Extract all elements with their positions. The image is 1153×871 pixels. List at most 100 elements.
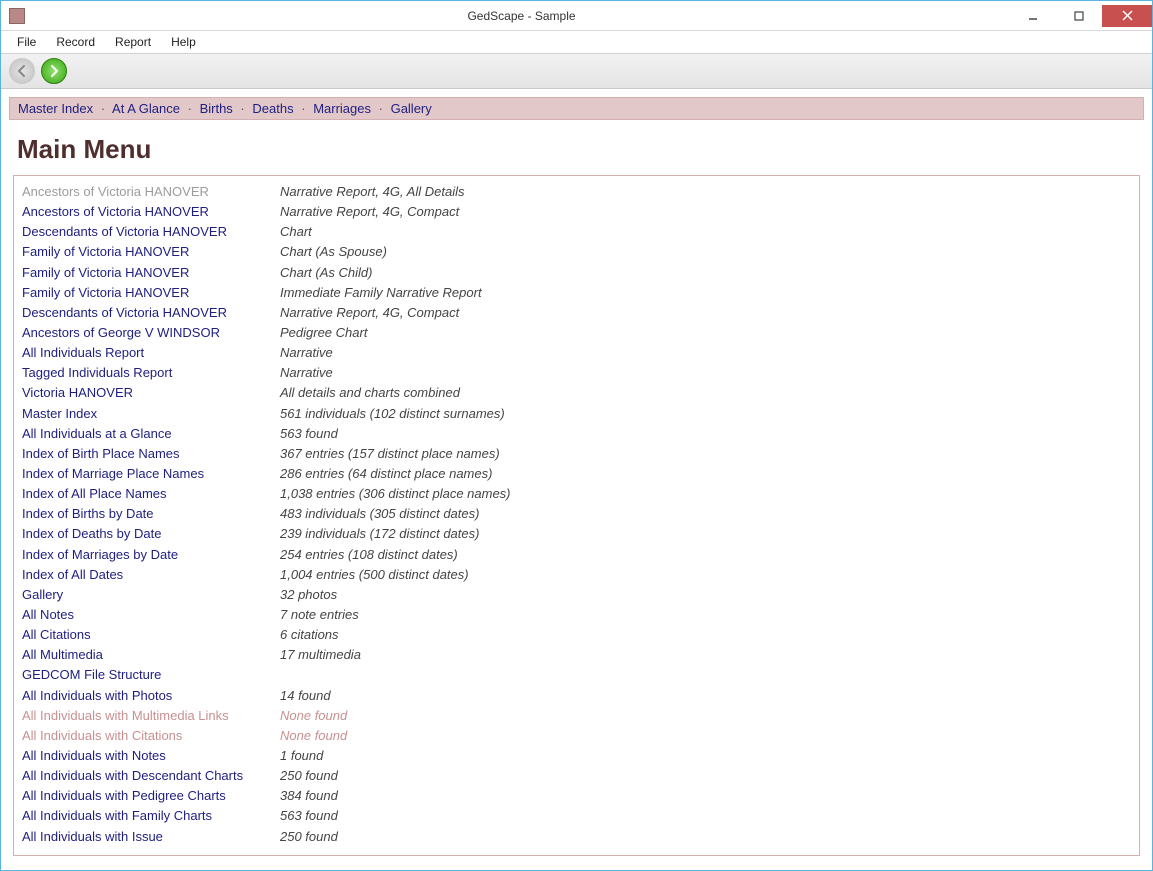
menu-link[interactable]: All Individuals with Pedigree Charts [22, 786, 280, 806]
menu-link[interactable]: All Individuals Report [22, 343, 280, 363]
menu-description: Narrative Report, 4G, All Details [280, 182, 464, 202]
menu-row: All Individuals with Multimedia LinksNon… [22, 706, 1131, 726]
menu-link[interactable]: Index of Deaths by Date [22, 524, 280, 544]
maximize-button[interactable] [1056, 5, 1102, 27]
menu-link[interactable]: Family of Victoria HANOVER [22, 263, 280, 283]
crumb-sep: · [97, 101, 109, 116]
menu-link[interactable]: Index of All Place Names [22, 484, 280, 504]
app-window: GedScape - Sample File Record Report Hel… [0, 0, 1153, 871]
menu-row: Ancestors of George V WINDSORPedigree Ch… [22, 323, 1131, 343]
forward-button[interactable] [41, 58, 67, 84]
menu-link[interactable]: Index of Birth Place Names [22, 444, 280, 464]
menu-link[interactable]: Gallery [22, 585, 280, 605]
window-title: GedScape - Sample [33, 9, 1010, 23]
menu-link[interactable]: Descendants of Victoria HANOVER [22, 303, 280, 323]
menu-link[interactable]: Victoria HANOVER [22, 383, 280, 403]
menu-link[interactable]: Ancestors of George V WINDSOR [22, 323, 280, 343]
menu-link[interactable]: All Citations [22, 625, 280, 645]
menu-description: All details and charts combined [280, 383, 460, 403]
menu-row: All Individuals with Notes1 found [22, 746, 1131, 766]
menu-link[interactable]: Index of All Dates [22, 565, 280, 585]
menu-row: All Individuals with CitationsNone found [22, 726, 1131, 746]
menu-link[interactable]: All Multimedia [22, 645, 280, 665]
menu-row: All Individuals with Pedigree Charts384 … [22, 786, 1131, 806]
menu-description: Narrative Report, 4G, Compact [280, 202, 459, 222]
crumb-births[interactable]: Births [200, 101, 233, 116]
menu-link[interactable]: All Notes [22, 605, 280, 625]
menu-row: Index of All Place Names1,038 entries (3… [22, 484, 1131, 504]
menu-file[interactable]: File [7, 33, 46, 51]
menu-link[interactable]: All Individuals with Descendant Charts [22, 766, 280, 786]
crumb-sep: · [236, 101, 248, 116]
menu-link[interactable]: Family of Victoria HANOVER [22, 242, 280, 262]
back-button[interactable] [9, 58, 35, 84]
menu-row: Index of Deaths by Date239 individuals (… [22, 524, 1131, 544]
menu-description: 1 found [280, 746, 323, 766]
menu-row: Index of All Dates1,004 entries (500 dis… [22, 565, 1131, 585]
menu-row: Victoria HANOVERAll details and charts c… [22, 383, 1131, 403]
titlebar: GedScape - Sample [1, 1, 1152, 31]
menu-row: Ancestors of Victoria HANOVERNarrative R… [22, 182, 1131, 202]
crumb-at-a-glance[interactable]: At A Glance [112, 101, 180, 116]
content-area: Master Index · At A Glance · Births · De… [1, 89, 1152, 870]
menu-description: 239 individuals (172 distinct dates) [280, 524, 479, 544]
menu-row: Descendants of Victoria HANOVERChart [22, 222, 1131, 242]
menu-description: 1,038 entries (306 distinct place names) [280, 484, 511, 504]
menu-description: Chart (As Spouse) [280, 242, 387, 262]
app-icon [9, 8, 25, 24]
menu-link[interactable]: Index of Marriage Place Names [22, 464, 280, 484]
menu-row: Family of Victoria HANOVERChart (As Chil… [22, 263, 1131, 283]
menu-description: Immediate Family Narrative Report [280, 283, 482, 303]
menu-link[interactable]: Index of Births by Date [22, 504, 280, 524]
menu-link[interactable]: All Individuals with Issue [22, 827, 280, 847]
menu-link[interactable]: Master Index [22, 404, 280, 424]
crumb-master-index[interactable]: Master Index [18, 101, 93, 116]
crumb-sep: · [184, 101, 196, 116]
menu-description: 250 found [280, 827, 338, 847]
menu-row: Master Index561 individuals (102 distinc… [22, 404, 1131, 424]
menu-description: 17 multimedia [280, 645, 361, 665]
menu-description: 563 found [280, 424, 338, 444]
menu-record[interactable]: Record [46, 33, 105, 51]
menu-description: 32 photos [280, 585, 337, 605]
menu-link[interactable]: All Individuals with Photos [22, 686, 280, 706]
menu-link[interactable]: Ancestors of Victoria HANOVER [22, 202, 280, 222]
menu-link: All Individuals with Multimedia Links [22, 706, 280, 726]
menu-row: Index of Marriage Place Names286 entries… [22, 464, 1131, 484]
menu-row: Family of Victoria HANOVERImmediate Fami… [22, 283, 1131, 303]
menu-link[interactable]: Index of Marriages by Date [22, 545, 280, 565]
menu-link[interactable]: All Individuals with Family Charts [22, 806, 280, 826]
close-button[interactable] [1102, 5, 1152, 27]
menu-row: GEDCOM File Structure [22, 665, 1131, 685]
main-menu-list: Ancestors of Victoria HANOVERNarrative R… [13, 175, 1140, 856]
minimize-button[interactable] [1010, 5, 1056, 27]
menu-description: 483 individuals (305 distinct dates) [280, 504, 479, 524]
menu-description: Narrative [280, 343, 333, 363]
crumb-marriages[interactable]: Marriages [313, 101, 371, 116]
menu-description: Chart (As Child) [280, 263, 372, 283]
crumb-gallery[interactable]: Gallery [391, 101, 432, 116]
menu-link[interactable]: All Individuals at a Glance [22, 424, 280, 444]
menu-description: Pedigree Chart [280, 323, 367, 343]
menu-help[interactable]: Help [161, 33, 206, 51]
menu-row: All Individuals at a Glance563 found [22, 424, 1131, 444]
menu-link: Ancestors of Victoria HANOVER [22, 182, 280, 202]
menu-link[interactable]: Family of Victoria HANOVER [22, 283, 280, 303]
menu-link[interactable]: Tagged Individuals Report [22, 363, 280, 383]
menubar: File Record Report Help [1, 31, 1152, 53]
menu-row: Index of Birth Place Names367 entries (1… [22, 444, 1131, 464]
menu-description: 6 citations [280, 625, 339, 645]
menu-link[interactable]: GEDCOM File Structure [22, 665, 280, 685]
crumb-sep: · [297, 101, 309, 116]
toolbar [1, 53, 1152, 89]
menu-row: Index of Marriages by Date254 entries (1… [22, 545, 1131, 565]
menu-link[interactable]: Descendants of Victoria HANOVER [22, 222, 280, 242]
menu-row: Descendants of Victoria HANOVERNarrative… [22, 303, 1131, 323]
menu-description: 563 found [280, 806, 338, 826]
menu-link[interactable]: All Individuals with Notes [22, 746, 280, 766]
menu-description: 250 found [280, 766, 338, 786]
menu-description: 384 found [280, 786, 338, 806]
menu-row: Gallery32 photos [22, 585, 1131, 605]
menu-report[interactable]: Report [105, 33, 161, 51]
crumb-deaths[interactable]: Deaths [252, 101, 293, 116]
